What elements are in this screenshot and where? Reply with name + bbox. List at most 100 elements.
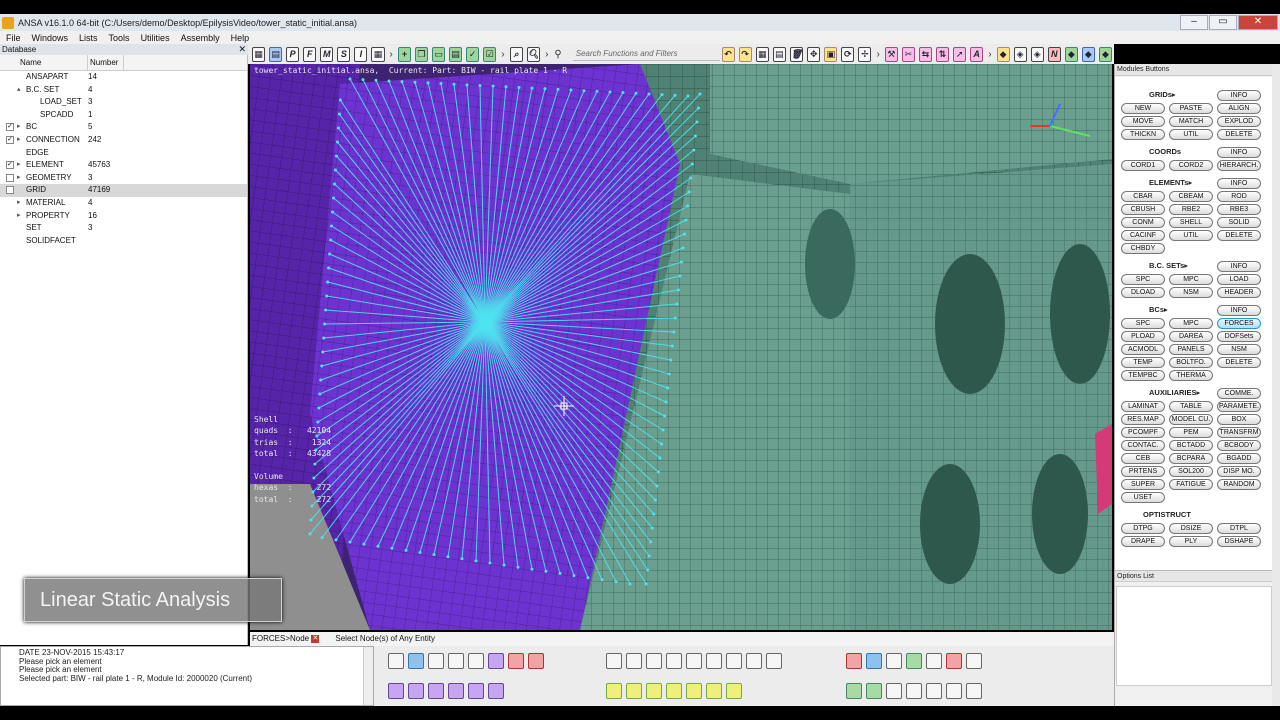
module-button[interactable]: TEMPBC: [1121, 370, 1165, 381]
chevron-right-icon[interactable]: ›: [876, 49, 879, 60]
cancel-icon[interactable]: ✕: [311, 634, 320, 643]
module-button[interactable]: DTPG: [1121, 523, 1165, 534]
module-button[interactable]: MODEL CU.: [1169, 414, 1213, 425]
module-button[interactable]: PLY: [1169, 536, 1213, 547]
s-icon[interactable]: S: [337, 46, 351, 62]
module-button[interactable]: USET: [1121, 492, 1165, 503]
face-select4-icon[interactable]: [666, 683, 682, 699]
page-icon[interactable]: ▤: [449, 46, 463, 62]
settings-icon[interactable]: [966, 653, 982, 669]
edge-icon[interactable]: [428, 683, 444, 699]
row-checkbox[interactable]: [6, 173, 14, 182]
expand-arrow-icon[interactable]: [31, 109, 40, 122]
maximize-button[interactable]: ▭: [1209, 15, 1237, 30]
expand-arrow-icon[interactable]: [17, 147, 26, 160]
row-checkbox[interactable]: ✓: [6, 123, 14, 132]
plus-icon[interactable]: [626, 653, 642, 669]
feature-icon[interactable]: [946, 653, 962, 669]
row-checkbox[interactable]: [6, 186, 14, 195]
module-button[interactable]: DLOAD: [1121, 287, 1165, 298]
tag-icon[interactable]: ◆: [996, 46, 1010, 62]
module-button[interactable]: DOFSets: [1217, 331, 1261, 342]
row-checkbox[interactable]: ✓: [6, 135, 14, 144]
module-button[interactable]: UTIL: [1169, 230, 1213, 241]
close-button[interactable]: ✕: [1238, 15, 1278, 30]
check-tool-icon[interactable]: ✓: [466, 46, 480, 62]
module-button[interactable]: CBEAM: [1169, 191, 1213, 202]
database-row[interactable]: GRID 47169: [0, 184, 247, 197]
zoom-box-icon[interactable]: ⌕: [509, 46, 523, 62]
module-button[interactable]: CORD1: [1121, 160, 1165, 171]
module-button[interactable]: BOX: [1217, 414, 1261, 425]
expand-arrow-icon[interactable]: [31, 96, 40, 109]
clipboard-icon[interactable]: ▭: [431, 46, 446, 62]
module-button[interactable]: CBUSH: [1121, 204, 1165, 215]
chevron-right-icon[interactable]: ›: [390, 49, 393, 60]
module-button[interactable]: PASTE: [1169, 103, 1213, 114]
deck-icon[interactable]: ◆: [1064, 46, 1078, 62]
module-button[interactable]: SOL200: [1169, 466, 1213, 477]
module-button[interactable]: EXPLOD: [1217, 116, 1261, 127]
module-button[interactable]: NSM: [1217, 344, 1261, 355]
database-row[interactable]: ✓ ▸ CONNECTION 242: [0, 134, 247, 147]
undo-icon[interactable]: ↶: [721, 46, 735, 62]
text-cursor-icon[interactable]: [468, 683, 484, 699]
module-button[interactable]: INFO: [1217, 305, 1261, 316]
database-row[interactable]: ▸ GEOMETRY 3: [0, 172, 247, 185]
list-icon[interactable]: ▦: [371, 46, 385, 62]
pid-icon[interactable]: ▤: [269, 46, 283, 62]
module-button[interactable]: INFO: [1217, 178, 1261, 189]
module-button[interactable]: TEMP: [1121, 357, 1165, 368]
arrows-icon[interactable]: [966, 683, 982, 699]
select-dots-icon[interactable]: [388, 653, 404, 669]
module-button[interactable]: THICKN: [1121, 129, 1165, 140]
module-button[interactable]: BCTADD: [1169, 440, 1213, 451]
module-button[interactable]: CEB: [1121, 453, 1165, 464]
module-button[interactable]: PRTENS: [1121, 466, 1165, 477]
database-row[interactable]: ✓ ▸ ELEMENT 45763: [0, 159, 247, 172]
database-row[interactable]: SOLIDFACET: [0, 235, 247, 248]
shaded-icon[interactable]: [906, 653, 922, 669]
expand-arrow-icon[interactable]: ▸: [17, 134, 26, 147]
database-row[interactable]: SET 3: [0, 222, 247, 235]
add-icon[interactable]: +: [397, 46, 411, 62]
cube-icon[interactable]: [408, 683, 424, 699]
pid-display-icon[interactable]: [846, 653, 862, 669]
module-button[interactable]: SUPER: [1121, 479, 1165, 490]
zoom-icon[interactable]: 🔍︎: [526, 46, 541, 62]
module-button[interactable]: LAMINAT: [1121, 401, 1165, 412]
mesh-scene[interactable]: [250, 64, 1112, 630]
lock-icon[interactable]: [726, 653, 742, 669]
module-button[interactable]: DISP MO.: [1217, 466, 1261, 477]
right-scrollbar[interactable]: [1272, 64, 1280, 706]
reverse-select-icon[interactable]: [508, 653, 524, 669]
column-name[interactable]: Name: [0, 55, 88, 70]
module-button[interactable]: TRANSFRM: [1217, 427, 1261, 438]
module-button[interactable]: HIERARCH.: [1217, 160, 1261, 171]
database-row[interactable]: ▴ B.C. SET 4: [0, 84, 247, 97]
clear-select-icon[interactable]: [528, 653, 544, 669]
module-button[interactable]: MPC: [1169, 318, 1213, 329]
module-button[interactable]: SPC: [1121, 274, 1165, 285]
module-button[interactable]: CONM: [1121, 217, 1165, 228]
m-icon[interactable]: M: [320, 46, 334, 62]
wireframe-icon[interactable]: [886, 653, 902, 669]
angle-icon[interactable]: [448, 653, 464, 669]
layers-icon[interactable]: ◈: [1013, 46, 1027, 62]
module-button[interactable]: CONTAC.: [1121, 440, 1165, 451]
module-button[interactable]: COMME.: [1217, 388, 1261, 399]
delete-tool-icon[interactable]: 🗑︎: [789, 46, 804, 62]
grid-tool-icon[interactable]: ▦: [755, 46, 769, 62]
layers-icon[interactable]: [766, 653, 782, 669]
nodes-icon[interactable]: [448, 683, 464, 699]
view-cube-icon[interactable]: [866, 653, 882, 669]
parts-icon[interactable]: ▦: [252, 46, 266, 62]
expand-arrow-icon[interactable]: ▴: [17, 84, 26, 97]
module-button[interactable]: NEW: [1121, 103, 1165, 114]
display-mode2-icon[interactable]: [866, 683, 882, 699]
module-button[interactable]: BCBODY: [1217, 440, 1261, 451]
lasso-icon[interactable]: [428, 653, 444, 669]
module-button[interactable]: PCOMPF: [1121, 427, 1165, 438]
module-button[interactable]: HEADER: [1217, 287, 1261, 298]
module-button[interactable]: CACINF: [1121, 230, 1165, 241]
